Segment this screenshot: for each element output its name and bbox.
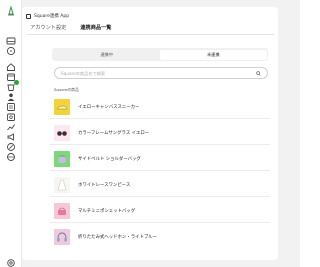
app-title: Square連携 App xyxy=(26,13,69,19)
search-bar xyxy=(54,67,268,79)
content-icon[interactable] xyxy=(6,102,16,112)
product-list-item[interactable]: 折りたたみ式ヘッドホン・ライトブルー xyxy=(50,225,270,249)
headphones-icon xyxy=(54,229,70,245)
notification-badge xyxy=(14,80,19,85)
product-list-item[interactable]: イエローキャンバススニーカー xyxy=(50,95,270,119)
online-store-icon[interactable] xyxy=(6,152,16,162)
yellow-sneaker-icon xyxy=(54,99,70,115)
app-title-label: Square連携 App xyxy=(34,14,70,19)
search-icon[interactable] xyxy=(256,70,261,76)
inbox-icon[interactable] xyxy=(6,36,16,46)
customers-icon[interactable] xyxy=(6,92,16,102)
logo-icon[interactable] xyxy=(6,6,16,16)
link-status-toggle: 連携中 未連携 xyxy=(52,48,268,61)
chat-icon[interactable] xyxy=(6,46,16,56)
section-label: Squareの商品 xyxy=(54,87,79,92)
pochette-bag-icon xyxy=(54,203,70,219)
finance-icon[interactable] xyxy=(6,112,16,122)
product-name: 折りたたみ式ヘッドホン・ライトブルー xyxy=(78,235,158,240)
product-name: イエローキャンバススニーカー xyxy=(78,105,140,110)
tab-divider xyxy=(26,33,274,35)
product-name: ホワイトレースワンピース xyxy=(78,183,131,188)
sidebar xyxy=(0,0,22,267)
sunglasses-icon xyxy=(54,125,70,141)
row-divider xyxy=(50,118,270,119)
linked-toggle-button[interactable]: 連携中 xyxy=(54,50,161,60)
product-list-item[interactable]: ホワイトレースワンピース xyxy=(50,173,270,197)
row-divider xyxy=(50,170,270,171)
search-input[interactable] xyxy=(61,70,241,76)
row-divider xyxy=(50,196,270,197)
white-dress-icon xyxy=(54,177,70,193)
products-icon[interactable] xyxy=(6,80,19,92)
product-name: マルチミニポシェットバッグ xyxy=(78,209,136,214)
product-list-item[interactable]: カラーフレームサングラス イエロー xyxy=(50,121,270,145)
row-divider xyxy=(50,222,270,223)
product-list-item[interactable]: サイドベルト ショルダーバッグ xyxy=(50,147,270,171)
marketing-icon[interactable] xyxy=(6,132,16,142)
unlinked-toggle-button[interactable]: 未連携 xyxy=(160,49,267,60)
shoulder-bag-icon xyxy=(54,151,70,167)
home-icon[interactable] xyxy=(6,62,16,72)
product-name: サイドベルト ショルダーバッグ xyxy=(78,157,141,162)
settings-icon[interactable] xyxy=(6,258,16,267)
app-icon xyxy=(26,13,31,19)
product-list-item[interactable]: マルチミニポシェットバッグ xyxy=(50,199,270,223)
discounts-icon[interactable] xyxy=(6,142,16,152)
analytics-icon[interactable] xyxy=(6,122,16,132)
product-name: カラーフレームサングラス イエロー xyxy=(78,131,150,136)
row-divider xyxy=(50,144,270,145)
